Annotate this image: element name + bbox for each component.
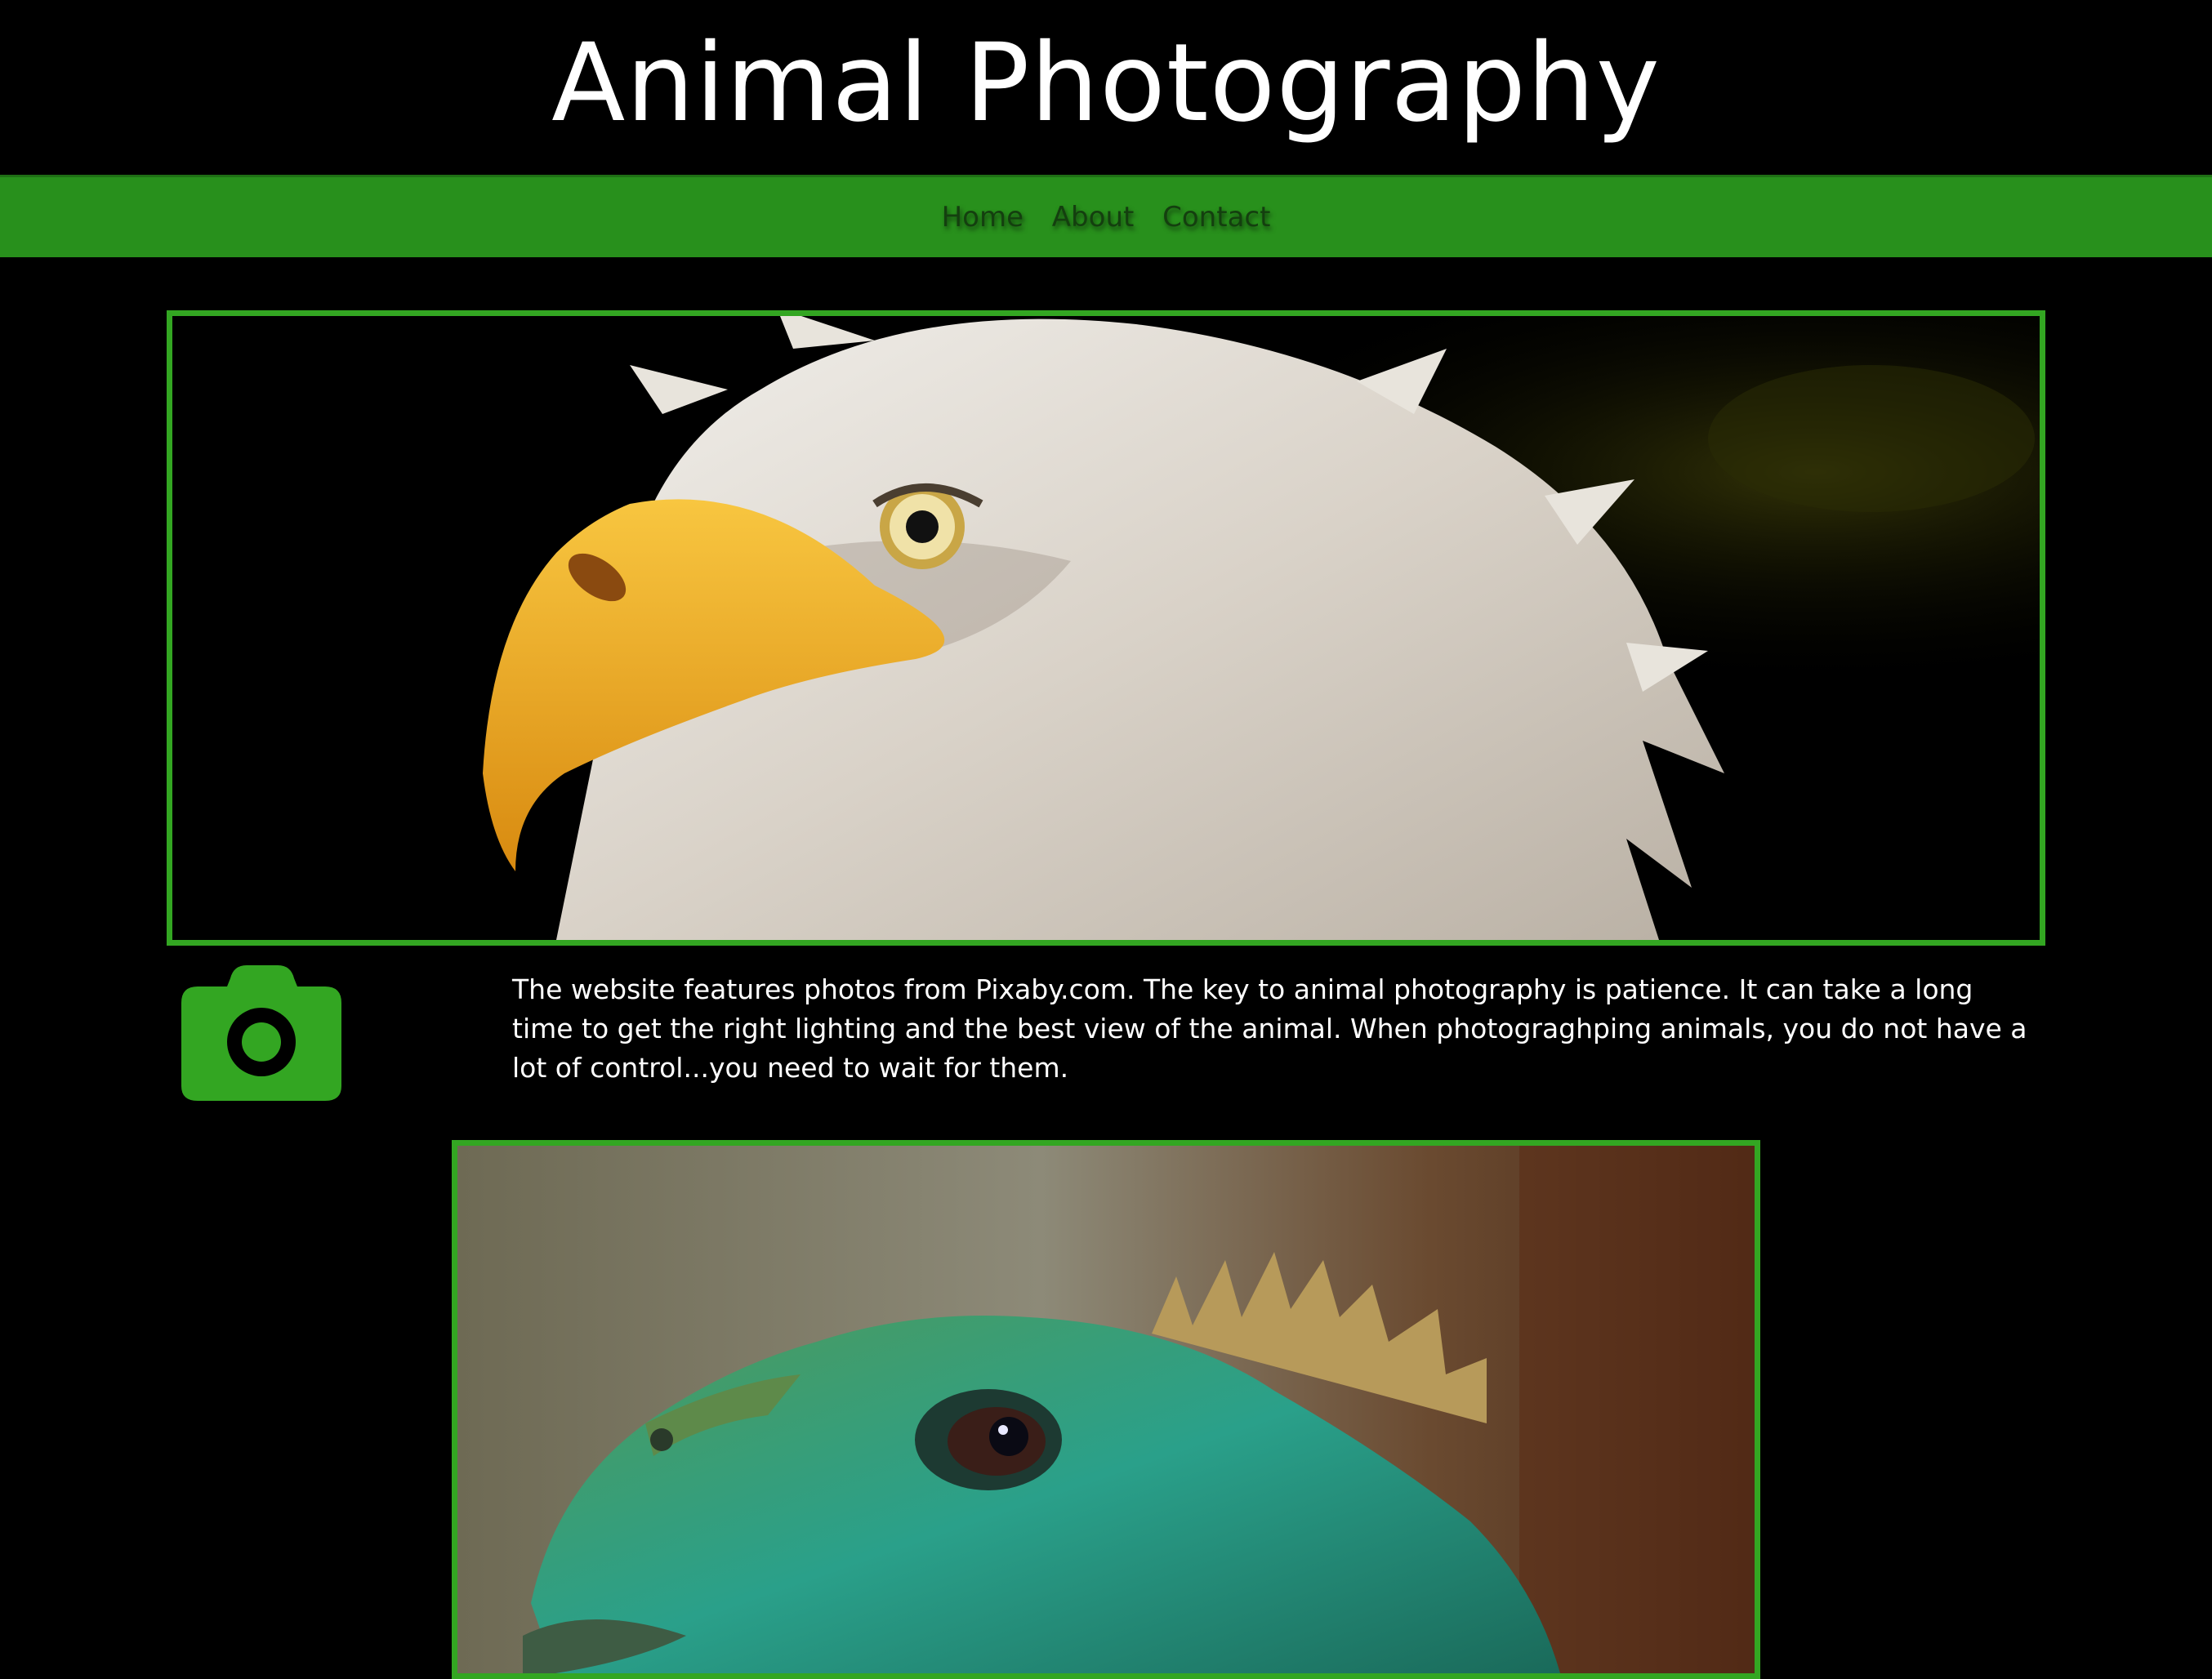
nav-contact-link[interactable]: Contact bbox=[1162, 199, 1270, 235]
nav-list: Home About Contact bbox=[0, 199, 2212, 235]
iguana-image bbox=[457, 1146, 1755, 1673]
intro-paragraph: The website features photos from Pixaby.… bbox=[512, 973, 2027, 1084]
camera-icon bbox=[181, 965, 341, 1101]
nav-home-link[interactable]: Home bbox=[942, 199, 1023, 235]
eagle-image bbox=[172, 316, 2040, 940]
site-title: Animal Photography bbox=[551, 20, 1661, 146]
nav-about-link[interactable]: About bbox=[1052, 199, 1135, 235]
main-nav: Home About Contact bbox=[0, 175, 2212, 257]
site-header: Animal Photography bbox=[0, 0, 2212, 171]
eagle-photo bbox=[167, 310, 2045, 946]
iguana-photo bbox=[452, 1140, 1760, 1679]
